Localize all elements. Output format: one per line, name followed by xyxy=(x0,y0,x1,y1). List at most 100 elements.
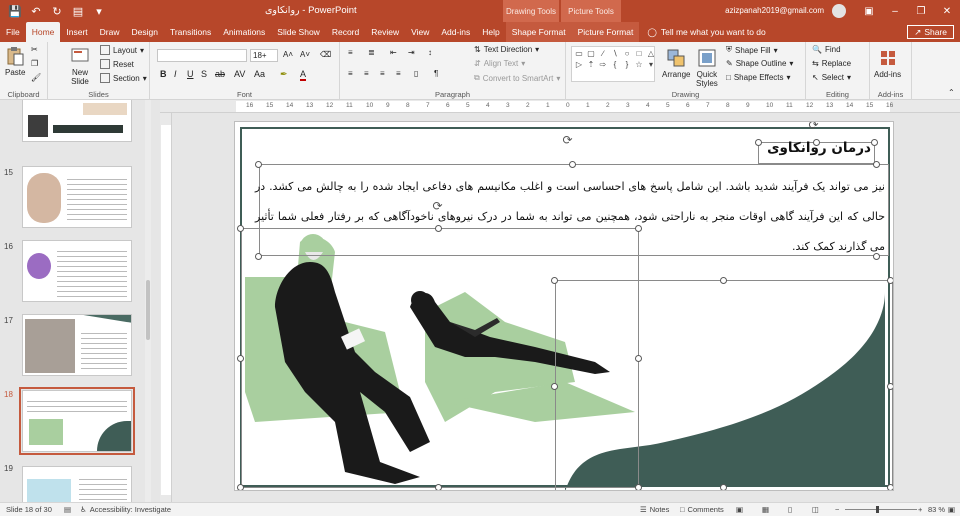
tab-home[interactable]: Home xyxy=(25,22,61,42)
thumbnail-slide-14[interactable] xyxy=(22,100,132,142)
select-button[interactable]: ↖ Select ▾ xyxy=(812,73,851,82)
wave-selection-box[interactable] xyxy=(555,280,893,490)
strikethrough-icon[interactable]: ab xyxy=(215,69,225,79)
collapse-ribbon-icon[interactable]: ⌃ xyxy=(948,88,955,97)
resize-handle[interactable] xyxy=(435,225,442,232)
avatar[interactable] xyxy=(832,4,846,18)
shape-rectangle-icon[interactable]: ▭ xyxy=(573,48,585,59)
resize-handle[interactable] xyxy=(873,253,880,260)
increase-indent-icon[interactable]: ⇥ xyxy=(408,48,415,57)
tab-file[interactable]: File xyxy=(0,22,26,42)
resize-handle[interactable] xyxy=(887,484,893,490)
undo-icon[interactable]: ↶ xyxy=(29,4,43,18)
tab-transitions[interactable]: Transitions xyxy=(164,22,217,42)
shape-more-icon[interactable]: ▾ xyxy=(645,59,657,70)
fit-slide-icon[interactable]: ▣ xyxy=(948,505,955,514)
numbering-icon[interactable]: ≣ xyxy=(368,48,375,57)
resize-handle[interactable] xyxy=(237,484,244,490)
shape-triangle-icon[interactable]: △ xyxy=(645,48,657,59)
thumbnail-slide-17[interactable] xyxy=(22,314,132,376)
tab-picture-format[interactable]: Picture Format xyxy=(571,22,640,42)
quick-styles-button[interactable]: Quick Styles xyxy=(696,48,718,88)
bold-icon[interactable]: B xyxy=(160,69,167,79)
redo-icon[interactable]: ↻ xyxy=(50,4,64,18)
slide-sorter-icon[interactable]: ▦ xyxy=(762,505,769,514)
find-button[interactable]: 🔍 Find xyxy=(812,45,841,54)
bullets-icon[interactable]: ≡ xyxy=(348,48,353,57)
resize-handle[interactable] xyxy=(635,355,642,362)
align-right-icon[interactable]: ≡ xyxy=(380,69,385,78)
change-case-icon[interactable]: Aa xyxy=(254,69,265,79)
resize-handle[interactable] xyxy=(871,139,878,146)
tab-animations[interactable]: Animations xyxy=(217,22,271,42)
rotate-handle-icon[interactable]: ⟳ xyxy=(431,200,444,213)
customize-qat-icon[interactable]: ▾ xyxy=(92,4,106,18)
accessibility-status[interactable]: ♿ Accessibility: Investigate xyxy=(80,505,171,514)
align-text-button[interactable]: ⇵ Align Text ▾ xyxy=(474,59,525,68)
shape-triangle-alt-icon[interactable]: ▷ xyxy=(573,59,585,70)
slide-body-text[interactable]: نیز می تواند یک فرآیند شدید باشد. این شا… xyxy=(255,172,885,262)
notes-button[interactable]: ☰ Notes xyxy=(640,505,669,514)
resize-handle[interactable] xyxy=(255,253,262,260)
horizontal-ruler[interactable]: 16 15 14 13 12 11 10 9 8 7 6 5 4 3 2 1 0 1 2 3 4 5 6 7 8 9 10 11 12 1… xyxy=(160,100,960,113)
zoom-level[interactable]: 83 % xyxy=(928,505,945,514)
resize-handle[interactable] xyxy=(551,383,558,390)
thumbnail-slide-19[interactable] xyxy=(22,466,132,502)
save-icon[interactable]: 💾 xyxy=(8,4,22,18)
close-icon[interactable]: ✕ xyxy=(934,0,960,22)
cut-icon[interactable]: ✂ xyxy=(31,45,38,54)
reset-button[interactable]: Reset xyxy=(100,59,134,69)
resize-handle[interactable] xyxy=(635,225,642,232)
tab-add-ins[interactable]: Add-ins xyxy=(435,22,476,42)
shape-rectangle-outline-icon[interactable]: ▢ xyxy=(585,48,597,59)
resize-handle[interactable] xyxy=(237,225,244,232)
tab-design[interactable]: Design xyxy=(126,22,164,42)
paste-button[interactable]: Paste xyxy=(5,46,25,77)
account-email[interactable]: azizpanah2019@gmail.com xyxy=(725,6,824,15)
line-spacing-icon[interactable]: ↕ xyxy=(428,48,432,57)
tab-slide-show[interactable]: Slide Show xyxy=(271,22,326,42)
slideshow-view-icon[interactable]: ◫ xyxy=(812,505,819,514)
share-button[interactable]: ↗ Share xyxy=(907,25,954,39)
italic-icon[interactable]: I xyxy=(174,69,177,79)
shape-arrow-icon[interactable]: ⇡ xyxy=(585,59,597,70)
spellcheck-icon[interactable]: ▤ xyxy=(64,505,71,514)
vertical-ruler[interactable] xyxy=(160,113,172,502)
decrease-indent-icon[interactable]: ⇤ xyxy=(390,48,397,57)
ribbon-display-icon[interactable]: ▣ xyxy=(856,0,882,22)
zoom-slider[interactable] xyxy=(845,509,917,510)
replace-button[interactable]: ⇆ Replace xyxy=(812,59,851,68)
increase-font-icon[interactable]: A˄ xyxy=(283,50,293,59)
highlight-icon[interactable]: ✒ xyxy=(280,69,288,80)
add-ins-button[interactable]: Add-ins xyxy=(874,48,901,79)
slide-canvas[interactable]: درمان روانکاوی نیز می تواند یک فرآیند شد… xyxy=(234,121,894,491)
copy-icon[interactable]: ❐ xyxy=(31,59,38,68)
resize-handle[interactable] xyxy=(255,161,262,168)
shape-arrow-right-icon[interactable]: ⇨ xyxy=(597,59,609,70)
resize-handle[interactable] xyxy=(873,161,880,168)
resize-handle[interactable] xyxy=(887,383,893,390)
columns-icon[interactable]: ▯ xyxy=(414,69,418,78)
resize-handle[interactable] xyxy=(569,161,576,168)
shadow-icon[interactable]: S xyxy=(201,69,207,79)
shape-fill-button[interactable]: ⛨ Shape Fill ▾ xyxy=(726,45,778,55)
start-from-beginning-icon[interactable]: ▤ xyxy=(71,4,85,18)
layout-button[interactable]: Layout ▾ xyxy=(100,45,144,55)
thumbnail-slide-15[interactable] xyxy=(22,166,132,228)
tab-view[interactable]: View xyxy=(405,22,435,42)
thumbnail-slide-16[interactable] xyxy=(22,240,132,302)
shape-brace-close-icon[interactable]: } xyxy=(621,59,633,70)
text-direction-button[interactable]: ⇅ Text Direction ▾ xyxy=(474,45,539,54)
font-name-combo[interactable] xyxy=(157,49,247,62)
font-size-combo[interactable]: 18+ xyxy=(250,49,278,62)
tab-record[interactable]: Record xyxy=(326,22,365,42)
font-color-icon[interactable]: A xyxy=(300,69,307,81)
decrease-font-icon[interactable]: A˅ xyxy=(300,50,310,59)
zoom-in-icon[interactable]: + xyxy=(918,505,922,514)
resize-handle[interactable] xyxy=(635,484,642,490)
resize-handle[interactable] xyxy=(887,277,893,284)
tab-help[interactable]: Help xyxy=(476,22,505,42)
shape-outline-button[interactable]: ✎ Shape Outline ▾ xyxy=(726,59,793,68)
rotate-handle-icon[interactable]: ⟳ xyxy=(561,134,574,147)
reading-view-icon[interactable]: ▯ xyxy=(788,505,792,514)
